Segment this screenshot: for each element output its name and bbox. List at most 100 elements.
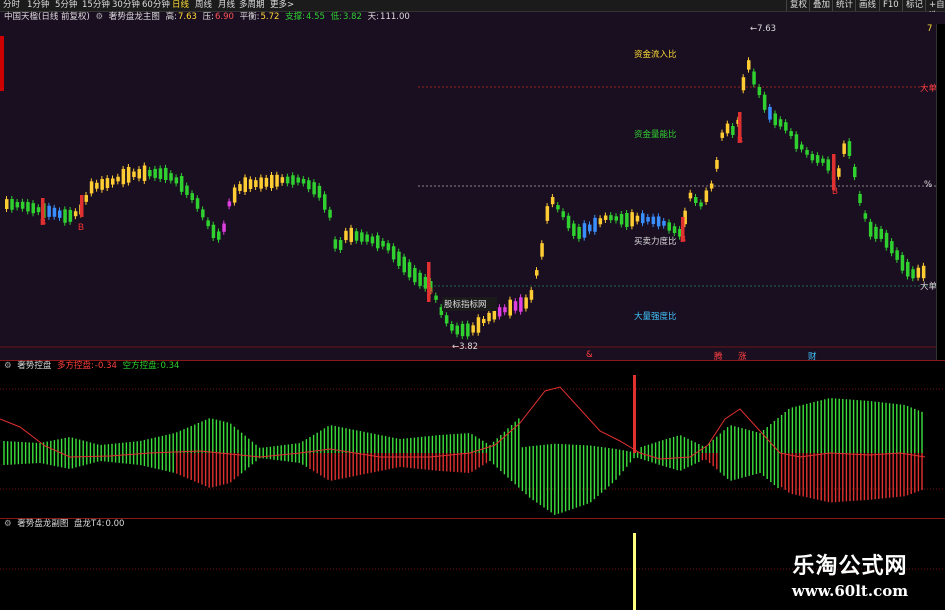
- candle-body: [73, 211, 78, 217]
- candle-body: [317, 185, 322, 198]
- tooltip-box: 股标指标网: [442, 297, 497, 311]
- candle-body: [752, 71, 756, 85]
- candle-body: [863, 213, 868, 219]
- support-value: 4.55: [306, 12, 325, 22]
- toolbar-tool-4[interactable]: F10: [879, 0, 902, 11]
- candle-body: [762, 94, 767, 110]
- period-2[interactable]: 5分钟: [55, 0, 77, 11]
- axis-label-7: 7: [927, 24, 933, 34]
- candle-body: [402, 256, 406, 273]
- candle-body: [111, 178, 115, 185]
- candle-body: [248, 179, 253, 189]
- period-3[interactable]: 15分钟: [82, 0, 110, 11]
- candle-body: [95, 182, 99, 189]
- candle-body: [651, 216, 656, 224]
- candle-body: [222, 223, 226, 232]
- control-histogram: [0, 375, 945, 515]
- candle-body: [837, 168, 841, 177]
- candle-body: [259, 177, 263, 189]
- candle-body: [407, 262, 412, 278]
- bot-settings-icon[interactable]: ⚙: [4, 519, 12, 529]
- candle-body: [52, 207, 57, 217]
- candle-body: [847, 141, 852, 157]
- signal-spike: [633, 375, 636, 453]
- candle-body: [503, 307, 507, 313]
- buy-marker: B: [78, 222, 84, 232]
- candle-body: [169, 173, 173, 181]
- candle-body: [688, 192, 693, 199]
- candle-body: [31, 203, 35, 214]
- sub-settings-icon[interactable]: ⚙: [4, 361, 12, 371]
- t4-value: 0.00: [105, 519, 125, 529]
- candle-body: [312, 182, 316, 195]
- candle-body: [466, 323, 470, 337]
- candle-body: [153, 168, 157, 178]
- bot-indicator-name[interactable]: 奢势盘龙副图: [17, 519, 68, 529]
- sub-indicator-panel[interactable]: ⚙ 奢势控盘 多方控盘:-0.34 空方控盘:0.34: [0, 360, 945, 519]
- candle-body: [10, 199, 14, 210]
- candle-body: [699, 202, 703, 207]
- candle-body: [715, 159, 719, 169]
- candle-body: [195, 198, 200, 209]
- candle-body: [784, 122, 788, 131]
- period-10[interactable]: 更多>: [270, 0, 294, 11]
- candle-body: [906, 261, 910, 277]
- candle-body: [778, 119, 783, 127]
- toolbar-tool-0[interactable]: 复权: [786, 0, 810, 11]
- short-label: 空方控盘:: [122, 361, 160, 371]
- toolbar-tool-2[interactable]: 统计: [832, 0, 856, 11]
- toolbar-tool-5[interactable]: 标记: [902, 0, 926, 11]
- high-marker: ←7.63: [750, 24, 777, 34]
- indicator-name[interactable]: 奢势盘龙主图: [109, 12, 160, 22]
- candle-body: [747, 60, 751, 70]
- candle-body: [206, 220, 210, 227]
- control-curve: [0, 386, 926, 460]
- candle-body: [704, 190, 709, 202]
- toolbar-tool-6[interactable]: +自选: [925, 0, 945, 21]
- candle-body: [582, 223, 587, 238]
- toolbar-tool-3[interactable]: 画线: [855, 0, 879, 11]
- candle-body: [121, 168, 126, 185]
- candle-body: [694, 197, 698, 203]
- sub-indicator-name[interactable]: 奢势控盘: [17, 361, 51, 371]
- candle-body: [450, 324, 454, 331]
- period-toolbar: 分时 1分钟 5分钟 15分钟 30分钟 60分钟 日线 周线 月线 多周期 更多> 复权 叠加 统计 画线…: [0, 0, 945, 21]
- period-5[interactable]: 60分钟: [142, 0, 170, 11]
- candle-body: [158, 168, 163, 179]
- candle-body: [635, 215, 640, 222]
- toolbar-tool-1[interactable]: 叠加: [809, 0, 833, 11]
- candle-body: [868, 221, 873, 237]
- candle-body: [201, 209, 205, 218]
- period-8[interactable]: 月线: [218, 0, 235, 11]
- candle-body: [513, 301, 518, 311]
- main-chart-panel[interactable]: BBBBBB 中国天楹(日线 前复权) ⚙ 奢势盘龙主图 高:7.63 压:6.…: [0, 12, 945, 372]
- candle-body: [916, 267, 921, 278]
- candle-body: [609, 215, 613, 221]
- candle-body: [386, 243, 391, 251]
- main-header: 中国天楹(日线 前复权) ⚙ 奢势盘龙主图 高:7.63 压:6.90 平衡:5…: [4, 12, 413, 23]
- candle-body: [858, 193, 862, 204]
- settings-icon[interactable]: ⚙: [96, 12, 104, 22]
- candle-body: [148, 170, 152, 177]
- candle-body: [307, 180, 311, 190]
- period-4[interactable]: 30分钟: [112, 0, 140, 11]
- t4-spike: [633, 533, 636, 610]
- candle-body: [126, 166, 131, 183]
- candle-body: [561, 211, 565, 218]
- period-6[interactable]: 日线: [172, 0, 189, 11]
- balance-label: 平衡:: [239, 12, 260, 22]
- period-0[interactable]: 分时: [3, 0, 20, 11]
- candle-body: [741, 77, 746, 91]
- candle-body: [105, 178, 110, 188]
- sub-header: ⚙ 奢势控盘 多方控盘:-0.34 空方控盘:0.34: [4, 361, 182, 372]
- candle-body: [672, 226, 677, 234]
- candle-body: [354, 231, 359, 241]
- candle-body: [524, 297, 528, 309]
- candle-body: [370, 236, 375, 244]
- period-9[interactable]: 多周期: [239, 0, 265, 11]
- period-1[interactable]: 1分钟: [27, 0, 49, 11]
- red-candle: [427, 262, 431, 302]
- candle-body: [789, 131, 793, 137]
- support-label: 支撑:: [285, 12, 306, 22]
- period-7[interactable]: 周线: [195, 0, 212, 11]
